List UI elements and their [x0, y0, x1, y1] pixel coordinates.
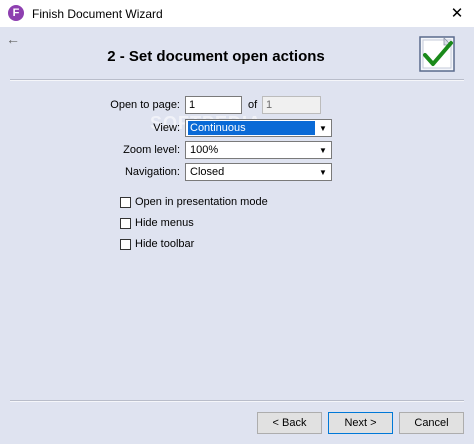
hide-menus-label: Hide menus	[135, 217, 194, 229]
next-button[interactable]: Next >	[328, 412, 393, 434]
hide-menus-checkbox[interactable]	[120, 217, 131, 229]
back-button[interactable]: < Back	[257, 412, 322, 434]
presentation-mode-checkbox[interactable]	[120, 196, 131, 208]
hide-toolbar-checkbox[interactable]	[120, 238, 131, 250]
app-logo-icon: F	[8, 5, 24, 21]
footer-separator	[10, 400, 464, 402]
hide-menus-option[interactable]: Hide menus	[120, 216, 194, 230]
total-pages-field: 1	[262, 96, 321, 114]
back-arrow-icon[interactable]: ←	[6, 31, 20, 47]
checkmark-document-icon	[419, 36, 455, 72]
title-bar: F Finish Document Wizard ✕	[0, 0, 474, 27]
view-select[interactable]: Continuous ▼	[185, 119, 332, 137]
hide-toolbar-label: Hide toolbar	[135, 238, 195, 250]
view-label: View:	[153, 122, 180, 134]
wizard-client-area: ← 2 - Set document open actions SOFTPEDI…	[0, 27, 474, 444]
presentation-mode-option[interactable]: Open in presentation mode	[120, 195, 268, 209]
zoom-selected-value: 100%	[190, 144, 219, 156]
page-title: 2 - Set document open actions	[107, 48, 325, 65]
zoom-level-label: Zoom level:	[123, 144, 180, 156]
of-label: of	[248, 99, 258, 111]
open-to-page-label: Open to page:	[110, 99, 180, 111]
zoom-level-select[interactable]: 100% ▼	[185, 141, 332, 159]
cancel-button[interactable]: Cancel	[399, 412, 464, 434]
navigation-selected-value: Closed	[190, 166, 225, 178]
window-title: Finish Document Wizard	[32, 7, 163, 21]
header-separator	[10, 79, 464, 81]
close-button[interactable]: ✕	[444, 1, 470, 25]
wizard-window: F Finish Document Wizard ✕ ← 2 - Set doc…	[0, 0, 474, 444]
open-to-page-input[interactable]: 1	[185, 96, 242, 114]
presentation-mode-label: Open in presentation mode	[135, 196, 268, 208]
hide-toolbar-option[interactable]: Hide toolbar	[120, 237, 194, 251]
navigation-label: Navigation:	[124, 166, 180, 178]
chevron-down-icon[interactable]: ▼	[316, 143, 330, 157]
chevron-down-icon[interactable]: ▼	[316, 121, 330, 135]
chevron-down-icon[interactable]: ▼	[316, 165, 330, 179]
navigation-select[interactable]: Closed ▼	[185, 163, 332, 181]
view-selected-value: Continuous	[188, 121, 315, 135]
